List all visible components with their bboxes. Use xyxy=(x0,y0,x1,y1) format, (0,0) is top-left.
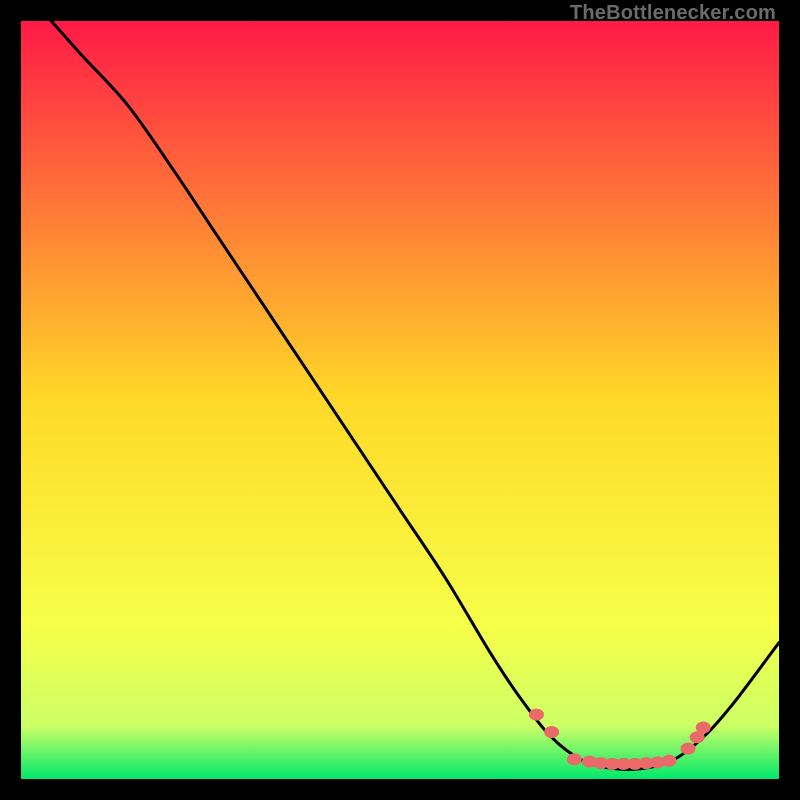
data-marker xyxy=(681,743,696,755)
chart-frame xyxy=(21,21,779,779)
gradient-background xyxy=(21,21,779,779)
data-marker xyxy=(567,753,582,765)
data-marker xyxy=(544,726,559,738)
bottleneck-chart xyxy=(21,21,779,779)
data-marker xyxy=(529,709,544,721)
data-marker xyxy=(696,721,711,733)
data-marker xyxy=(662,755,677,767)
